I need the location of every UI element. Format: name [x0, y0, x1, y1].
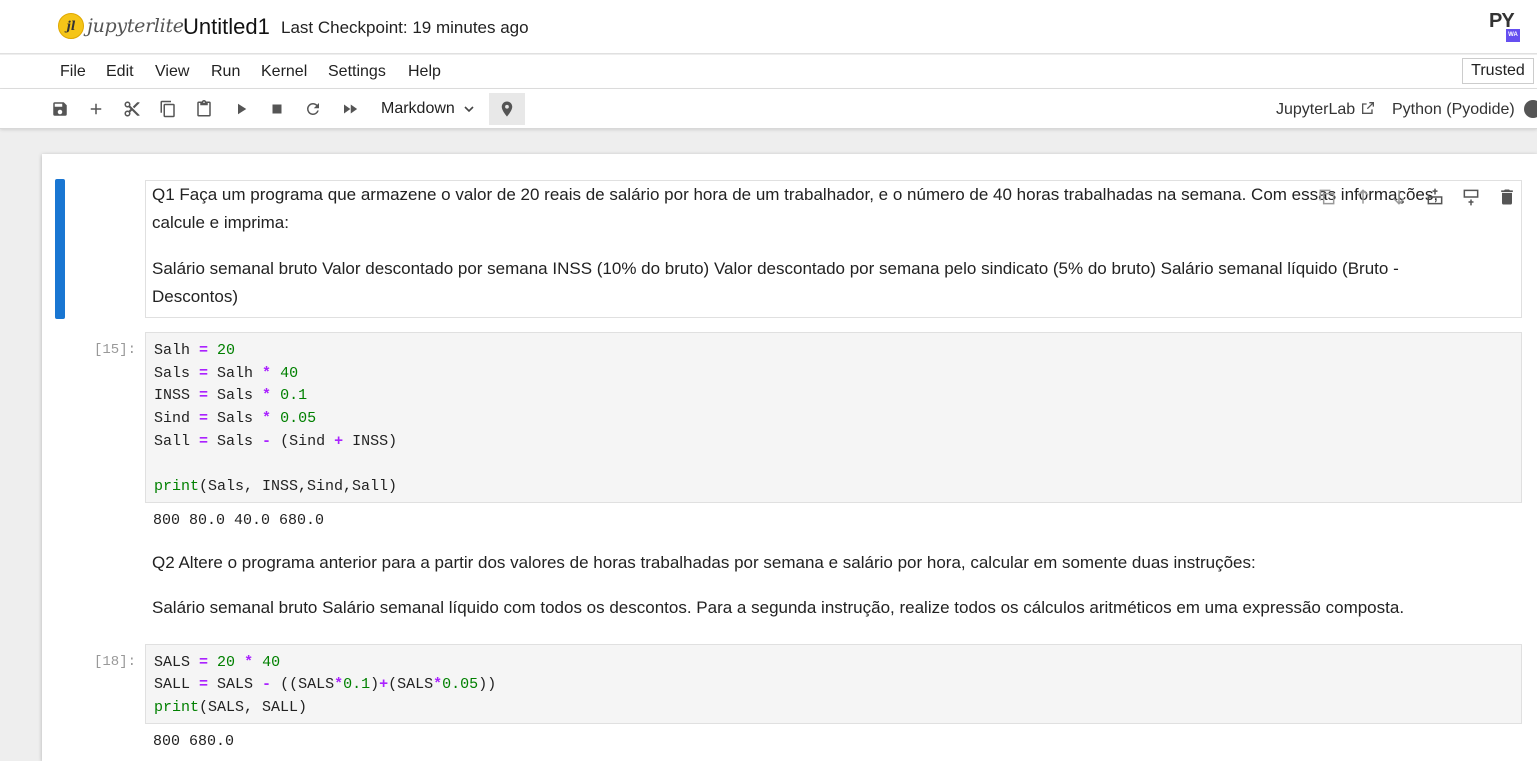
- top-header: jl jupyterlite Untitled1 Last Checkpoint…: [0, 0, 1537, 54]
- code-line: print(Sals, INSS,Sind,Sall): [154, 478, 398, 495]
- code-cell-1-prompt: [15]:: [93, 342, 136, 358]
- code-line: INSS = Sals * 0.1: [154, 387, 308, 404]
- copy-icon: [160, 100, 175, 118]
- pin-button[interactable]: [489, 93, 525, 125]
- cut-icon: [124, 101, 140, 117]
- fast-forward-icon: [344, 104, 358, 114]
- logo-icon: jl: [58, 13, 84, 39]
- menu-view[interactable]: View: [155, 63, 189, 81]
- code-cell-1-editor[interactable]: Salh = 20 Sals = Salh * 40 INSS = Sals *…: [145, 332, 1522, 503]
- md1-line-2: calcule e imprima:: [152, 213, 289, 232]
- code-line: Salh = 20: [154, 342, 236, 359]
- code-line: SALS = 20 * 40: [154, 654, 281, 671]
- menu-kernel[interactable]: Kernel: [261, 63, 307, 81]
- restart-kernel-button[interactable]: [301, 97, 325, 121]
- md2-line-1: Q2 Altere o programa anterior para a par…: [152, 553, 1256, 572]
- code-cell-2-editor[interactable]: SALS = 20 * 40 SALL = SALS - ((SALS*0.1)…: [145, 644, 1522, 724]
- add-icon: [90, 103, 102, 115]
- external-link-icon[interactable]: [1360, 100, 1376, 116]
- kernel-name[interactable]: Python (Pyodide): [1392, 101, 1515, 119]
- delete-cell-icon[interactable]: [1497, 187, 1517, 207]
- run-all-button[interactable]: [338, 97, 362, 121]
- stop-icon: [272, 104, 282, 114]
- trusted-indicator[interactable]: Trusted: [1462, 58, 1534, 84]
- code-line: SALL = SALS - ((SALS*0.1)+(SALS*0.05)): [154, 676, 497, 693]
- code-line: print(SALS, SALL): [154, 699, 308, 716]
- menu-settings[interactable]: Settings: [328, 63, 386, 81]
- pin-icon: [501, 101, 513, 117]
- cell-type-select[interactable]: Markdown: [381, 100, 455, 118]
- jupyterlab-link[interactable]: JupyterLab: [1276, 101, 1355, 119]
- notebook-title[interactable]: Untitled1: [183, 14, 270, 40]
- run-icon: [238, 103, 247, 115]
- menu-file[interactable]: File: [60, 63, 86, 81]
- notebook-toolbar: Markdown JupyterLab Python (Pyodide): [0, 89, 1537, 129]
- move-down-icon[interactable]: [1389, 187, 1409, 207]
- checkpoint-status: Last Checkpoint: 19 minutes ago: [281, 18, 529, 37]
- code-cell-1-output: 800 80.0 40.0 680.0: [153, 512, 325, 529]
- menu-bar: File Edit View Run Kernel Settings Help …: [0, 55, 1537, 89]
- insert-below-icon[interactable]: [1461, 187, 1481, 207]
- paste-icon: [197, 100, 211, 117]
- menu-run[interactable]: Run: [211, 63, 240, 81]
- md1-line-4: Descontos): [152, 287, 238, 306]
- chevron-down-icon[interactable]: [463, 103, 475, 115]
- jupyterlite-logo[interactable]: jl jupyterlite: [58, 10, 184, 42]
- cut-button[interactable]: [120, 97, 144, 121]
- duplicate-cell-icon[interactable]: [1317, 187, 1337, 207]
- move-up-icon[interactable]: [1353, 187, 1373, 207]
- code-line: Sals = Salh * 40: [154, 365, 299, 382]
- md1-line-1: Q1 Faça um programa que armazene o valor…: [152, 185, 1439, 204]
- logo-text: jupyterlite: [87, 15, 184, 37]
- active-cell-indicator: [55, 179, 65, 319]
- kernel-status-icon: [1524, 100, 1537, 118]
- code-cell-2-prompt: [18]:: [93, 654, 136, 670]
- pywasm-badge-icon: PY WA: [1489, 10, 1523, 44]
- interrupt-kernel-button[interactable]: [265, 97, 289, 121]
- menu-edit[interactable]: Edit: [106, 63, 134, 81]
- restart-icon: [306, 102, 319, 115]
- run-cell-button[interactable]: [229, 97, 253, 121]
- menu-help[interactable]: Help: [408, 63, 441, 81]
- code-line: Sall = Sals - (Sind + INSS): [154, 433, 398, 450]
- save-icon: [53, 102, 67, 116]
- code-cell-2-output: 800 680.0: [153, 733, 235, 750]
- code-line: Sind = Sals * 0.05: [154, 410, 317, 427]
- md2-line-2: Salário semanal bruto Salário semanal lí…: [152, 598, 1405, 617]
- insert-above-icon[interactable]: [1425, 187, 1445, 207]
- save-button[interactable]: [48, 97, 72, 121]
- insert-cell-button[interactable]: [84, 97, 108, 121]
- md1-line-3: Salário semanal bruto Valor descontado p…: [152, 259, 1399, 278]
- paste-button[interactable]: [192, 97, 216, 121]
- copy-button[interactable]: [156, 97, 180, 121]
